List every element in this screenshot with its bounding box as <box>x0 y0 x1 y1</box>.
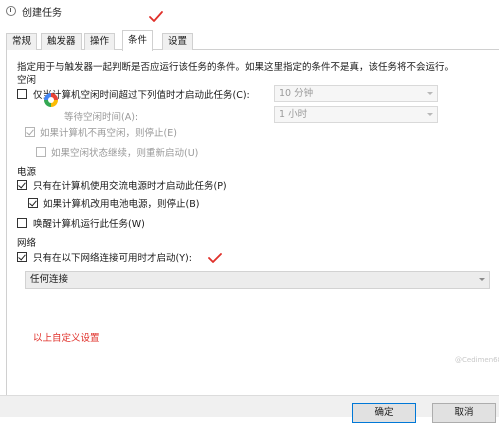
idle-duration-value: 10 分钟 <box>279 88 314 99</box>
clock-icon <box>6 6 16 16</box>
network-section-header: 网络 <box>17 238 37 249</box>
network-connection-value: 任何连接 <box>30 274 69 285</box>
watermark: @Cedimen68 <box>455 356 499 364</box>
cancel-button[interactable]: 取消 <box>432 403 496 423</box>
network-connection-combo[interactable]: 任何连接 <box>25 271 490 289</box>
network-only-label: 只有在以下网络连接可用时才启动(Y): <box>33 253 192 264</box>
idle-section-header: 空闲 <box>17 75 37 86</box>
wake-to-run-checkbox[interactable] <box>17 218 27 228</box>
tab-general[interactable]: 常规 <box>6 33 38 50</box>
ok-button[interactable]: 确定 <box>352 403 416 423</box>
chevron-down-icon <box>427 92 433 95</box>
title-bar: 创建任务 <box>0 0 499 22</box>
description-text: 指定用于与触发器一起判断是否应运行该任务的条件。如果这里指定的条件不是真，该任务… <box>17 62 455 73</box>
dialog-footer <box>0 395 499 417</box>
red-checkmark-annotation <box>149 11 163 22</box>
network-only-checkbox[interactable] <box>17 252 27 262</box>
ac-power-only-label: 只有在计算机使用交流电源时才启动此任务(P) <box>33 181 227 192</box>
custom-settings-annotation: 以上自定义设置 <box>33 333 100 344</box>
stop-on-battery-checkbox[interactable] <box>28 198 38 208</box>
wait-for-idle-value: 1 小时 <box>279 109 308 120</box>
power-section-header: 电源 <box>17 167 37 178</box>
tab-conditions[interactable]: 条件 <box>122 30 154 51</box>
stop-on-battery-label: 如果计算机改用电池电源，则停止(B) <box>43 199 200 210</box>
wait-for-idle-combo[interactable]: 1 小时 <box>274 106 438 123</box>
restart-if-idle-label: 如果空闲状态继续，则重新启动(U) <box>51 148 199 159</box>
tab-triggers[interactable]: 触发器 <box>41 33 82 50</box>
chevron-down-icon <box>427 113 433 116</box>
stop-if-not-idle-checkbox[interactable] <box>25 127 35 137</box>
wait-for-idle-label: 等待空闲时间(A): <box>64 112 139 123</box>
stop-if-not-idle-label: 如果计算机不再空闲，则停止(E) <box>40 128 177 139</box>
chevron-down-icon <box>479 278 485 281</box>
colorful-circle-icon <box>44 93 58 107</box>
ac-power-only-checkbox[interactable] <box>17 180 27 190</box>
start-only-if-idle-checkbox[interactable] <box>17 89 27 99</box>
restart-if-idle-checkbox[interactable] <box>36 147 46 157</box>
wake-to-run-label: 唤醒计算机运行此任务(W) <box>33 219 145 230</box>
tab-actions[interactable]: 操作 <box>84 33 116 50</box>
red-checkmark-annotation <box>208 253 222 263</box>
window-title: 创建任务 <box>22 8 62 19</box>
start-only-if-idle-label: 仅当计算机空闲时间超过下列值时才启动此任务(C): <box>33 90 250 101</box>
tab-settings[interactable]: 设置 <box>162 33 194 50</box>
idle-duration-combo[interactable]: 10 分钟 <box>274 85 438 102</box>
